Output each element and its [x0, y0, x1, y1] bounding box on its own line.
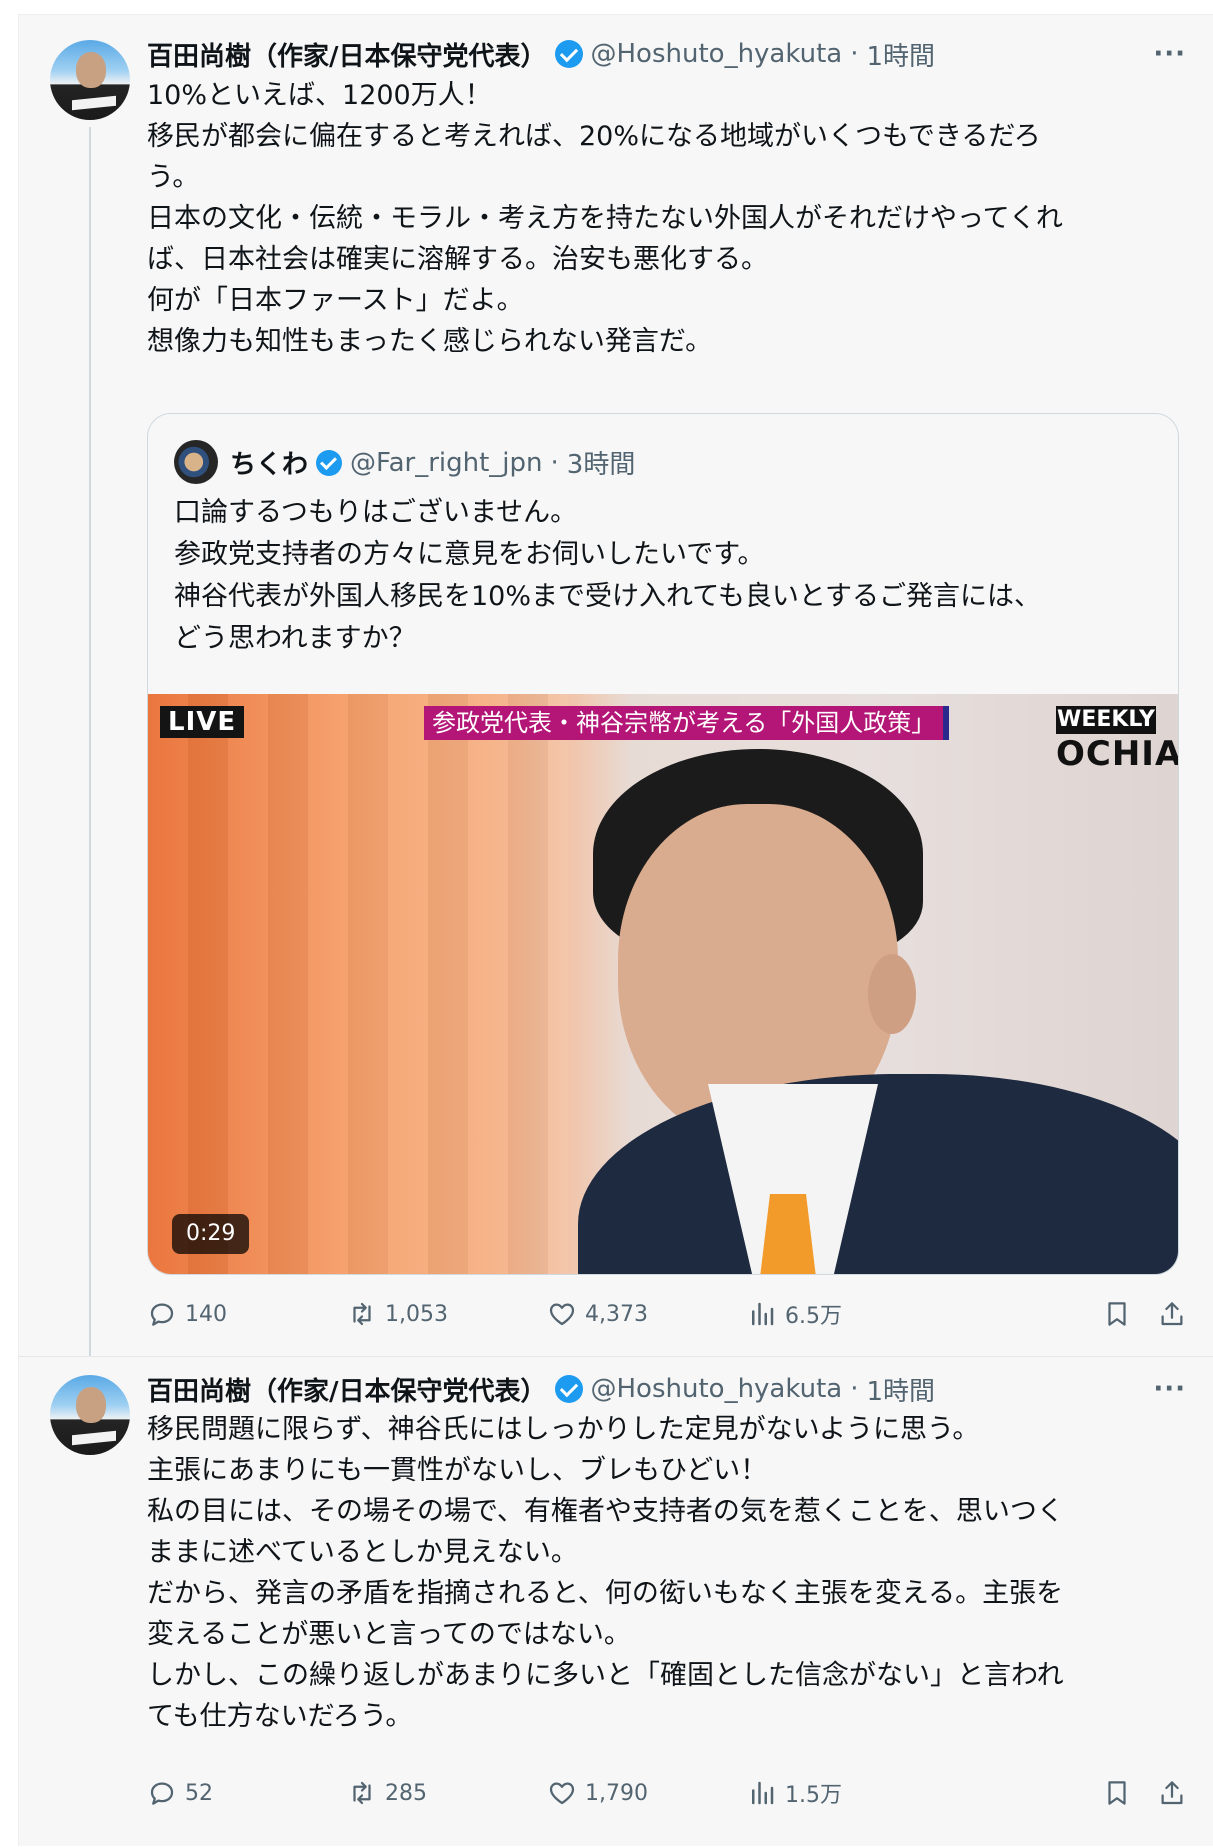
tweet-line: 移民が都会に偏在すると考えれば、20%になる地域がいくつもできるだろ: [147, 121, 1041, 152]
quote-line: どう思われますか？: [174, 623, 416, 654]
repost-button[interactable]: 1,053: [347, 1299, 448, 1329]
views-button[interactable]: 6.5万: [747, 1298, 842, 1330]
tweet-line: う。: [147, 162, 200, 193]
tweet-text: 10%といえば、1200万人！ 移民が都会に偏在すると考えれば、20%になる地域…: [147, 75, 1187, 362]
verified-badge-icon: [316, 449, 343, 476]
verified-badge-icon: [554, 1375, 583, 1403]
reply-icon: [150, 1782, 174, 1805]
tweet-line: 想像力も知性もまったく感じられない発言だ。: [147, 326, 713, 357]
tweet-line: 日本の文化・伝統・モラル・考え方を持たない外国人がそれだけやってくれ: [147, 203, 1063, 234]
bookmark-button[interactable]: [1102, 1299, 1132, 1329]
tweet-actions: 52 285 1,790 1.5万: [147, 1773, 1192, 1813]
repost-button[interactable]: 285: [347, 1778, 427, 1808]
tweet-text: 移民問題に限らず、神谷氏にはしっかりした定見がないように思う。 主張にあまりにも…: [147, 1409, 1187, 1737]
tweet[interactable]: 百田尚樹（作家/日本保守党代表） @Hoshuto_hyakuta · 1時間 …: [19, 15, 1213, 1356]
reply-count: 140: [185, 1301, 227, 1327]
views-chart-icon: [752, 1781, 774, 1805]
show-logo: WEEKLY OCHIAI: [1056, 706, 1178, 774]
share-button[interactable]: [1157, 1778, 1187, 1808]
quote-line: 参政党支持者の方々に意見をお伺いしたいです。: [174, 539, 765, 570]
tweet-header: 百田尚樹（作家/日本保守党代表） @Hoshuto_hyakuta · 1時間: [147, 1371, 936, 1408]
video-duration: 0:29: [172, 1214, 250, 1254]
tweet-line: 10%といえば、1200万人！: [147, 80, 492, 111]
bookmark-button[interactable]: [1102, 1778, 1132, 1808]
tweet-line: 主張にあまりにも一貫性がないし、ブレもひどい！: [147, 1455, 768, 1486]
separator-dot: ·: [550, 447, 559, 478]
tweet-line: 変えることが悪いと言ってのではない。: [147, 1619, 631, 1650]
bookmark-icon: [1108, 1302, 1126, 1326]
like-count: 1,790: [585, 1780, 648, 1806]
show-logo-bottom: OCHIAI: [1056, 734, 1178, 774]
tweet-actions: 140 1,053 4,373 6.5万: [147, 1294, 1192, 1334]
author-handle[interactable]: @Hoshuto_hyakuta: [591, 1374, 843, 1404]
like-count: 4,373: [585, 1301, 648, 1327]
share-icon: [1161, 1781, 1183, 1805]
like-button[interactable]: 4,373: [547, 1299, 648, 1329]
quoted-author-handle[interactable]: @Far_right_jpn: [350, 448, 543, 478]
quoted-author-avatar[interactable]: [174, 440, 218, 484]
quoted-tweet-timestamp[interactable]: 3時間: [567, 444, 636, 481]
quote-line: 口論するつもりはございません。: [174, 497, 578, 528]
tweet-line: しかし、この繰り返しがあまりに多いと「確固とした信念がない」と言われ: [147, 1660, 1064, 1691]
video-caption: 参政党代表・神谷宗幣が考える「外国人政策」: [424, 706, 950, 740]
tweet-timestamp[interactable]: 1時間: [867, 36, 936, 73]
tweet-line: 私の目には、その場その場で、有権者や支持者の気を惹くことを、思いつく: [147, 1496, 1064, 1527]
tweet-line: だから、発言の矛盾を指摘されると、何の衒いもなく主張を変える。主張を: [147, 1578, 1064, 1609]
show-logo-top: WEEKLY: [1056, 706, 1156, 734]
quoted-tweet[interactable]: ちくわ @Far_right_jpn · 3時間 口論するつもりはございません。…: [147, 413, 1179, 1275]
reply-count: 52: [185, 1780, 213, 1806]
repost-icon: [353, 1781, 371, 1805]
quoted-tweet-text: 口論するつもりはございません。 参政党支持者の方々に意見をお伺いしたいです。 神…: [174, 492, 1154, 660]
more-options-icon[interactable]: ···: [1153, 1374, 1186, 1404]
video-subject-ear: [868, 954, 916, 1034]
heart-icon: [549, 1782, 575, 1805]
views-chart-icon: [752, 1302, 774, 1326]
video-player[interactable]: LIVE 参政党代表・神谷宗幣が考える「外国人政策」 WEEKLY OCHIAI…: [148, 694, 1178, 1274]
repost-count: 285: [385, 1780, 427, 1806]
author-name[interactable]: 百田尚樹（作家/日本保守党代表）: [147, 36, 547, 73]
author-avatar[interactable]: [50, 1375, 130, 1455]
reply-button[interactable]: 52: [147, 1778, 213, 1808]
share-button[interactable]: [1157, 1299, 1187, 1329]
reply-icon: [150, 1303, 174, 1326]
author-name[interactable]: 百田尚樹（作家/日本保守党代表）: [147, 1371, 547, 1408]
tweet-line: 移民問題に限らず、神谷氏にはしっかりした定見がないように思う。: [147, 1414, 980, 1445]
tweet-header: 百田尚樹（作家/日本保守党代表） @Hoshuto_hyakuta · 1時間: [147, 36, 936, 73]
quoted-tweet-header: ちくわ @Far_right_jpn · 3時間: [230, 444, 635, 481]
views-count: 1.5万: [785, 1783, 842, 1808]
reply-button[interactable]: 140: [147, 1299, 227, 1329]
like-button[interactable]: 1,790: [547, 1778, 648, 1808]
author-handle[interactable]: @Hoshuto_hyakuta: [591, 39, 843, 69]
repost-icon: [353, 1302, 371, 1326]
video-background: [148, 694, 568, 1274]
views-button[interactable]: 1.5万: [747, 1777, 842, 1809]
quote-line: 神谷代表が外国人移民を10%まで受け入れても良いとするご発言には、: [174, 581, 1042, 612]
tweet-line: ままに述べているとしか見えない。: [147, 1537, 578, 1568]
separator-dot: ·: [850, 1374, 859, 1404]
tweet[interactable]: 百田尚樹（作家/日本保守党代表） @Hoshuto_hyakuta · 1時間 …: [19, 1356, 1213, 1847]
live-badge: LIVE: [160, 706, 245, 738]
tweet-timestamp[interactable]: 1時間: [867, 1371, 936, 1408]
thread-connector: [89, 127, 91, 1356]
share-icon: [1161, 1302, 1183, 1326]
views-count: 6.5万: [785, 1304, 842, 1329]
tweet-line: ても仕方ないだろう。: [147, 1701, 413, 1732]
separator-dot: ·: [850, 39, 859, 69]
author-avatar[interactable]: [50, 40, 130, 120]
tweet-line: ば、日本社会は確実に溶解する。治安も悪化する。: [147, 244, 768, 275]
timeline: 百田尚樹（作家/日本保守党代表） @Hoshuto_hyakuta · 1時間 …: [18, 14, 1213, 1846]
tweet-line: 何が「日本ファースト」だよ。: [147, 285, 524, 316]
bookmark-icon: [1108, 1781, 1126, 1805]
verified-badge-icon: [554, 40, 583, 68]
quoted-author-name[interactable]: ちくわ: [230, 444, 308, 481]
repost-count: 1,053: [385, 1301, 448, 1327]
more-options-icon[interactable]: ···: [1153, 39, 1186, 69]
heart-icon: [549, 1303, 575, 1326]
